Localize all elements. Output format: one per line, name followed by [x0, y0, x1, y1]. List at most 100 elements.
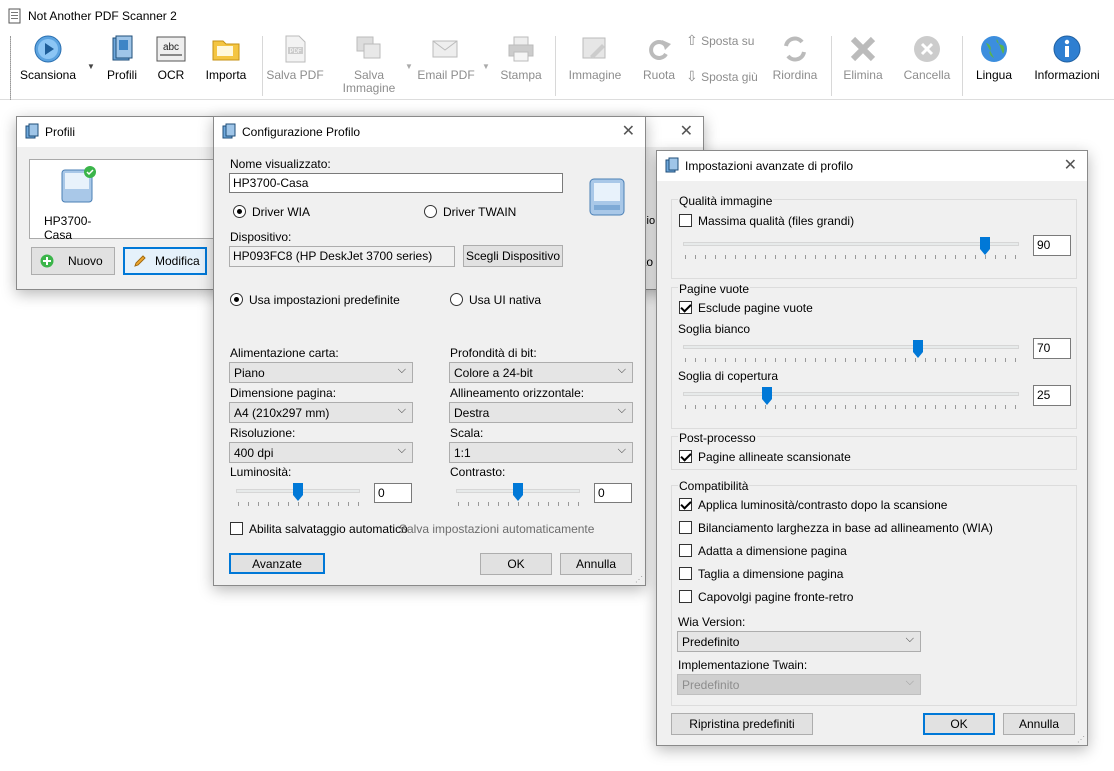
crop-page-checkbox[interactable]	[679, 567, 692, 580]
white-threshold-input[interactable]: 70	[1033, 338, 1071, 359]
close-icon[interactable]: ✕	[1064, 155, 1077, 175]
twain-impl-select[interactable]: Predefinito ⌵	[677, 674, 921, 695]
driver-wia-label: Driver WIA	[252, 205, 310, 219]
move-up-button[interactable]: ⇧ Sposta su	[686, 32, 758, 48]
profiles-window-icon	[25, 123, 39, 139]
choose-device-button[interactable]: Scegli Dispositivo	[463, 245, 563, 267]
email-pdf-button[interactable]: Email PDF	[415, 34, 477, 82]
save-pdf-button[interactable]: PDF Salva PDF	[265, 34, 325, 82]
language-button[interactable]: Lingua	[970, 34, 1018, 82]
edit-profile-label: Modifica	[155, 254, 200, 268]
page-size-select[interactable]: A4 (210x297 mm) ⌵	[229, 402, 413, 423]
flip-duplex-checkbox[interactable]	[679, 590, 692, 603]
email-dropdown-icon[interactable]: ▼	[482, 62, 490, 71]
display-name-input[interactable]: HP3700-Casa	[229, 173, 563, 193]
clear-button[interactable]: Cancella	[898, 34, 956, 82]
scanner-icon	[61, 166, 96, 203]
advanced-window: Impostazioni avanzate di profilo ✕ Quali…	[656, 150, 1088, 746]
contrast-input[interactable]: 0	[594, 483, 632, 503]
scan-dropdown-icon[interactable]: ▼	[87, 62, 95, 71]
close-icon[interactable]: ✕	[622, 121, 635, 141]
driver-twain-radio[interactable]	[424, 205, 437, 218]
contrast-slider-thumb[interactable]	[513, 483, 523, 501]
ocr-button[interactable]: abc OCR	[152, 34, 190, 82]
rotate-button[interactable]: Ruota	[638, 34, 680, 82]
quality-slider-track[interactable]	[683, 242, 1019, 246]
white-threshold-slider-ticks	[685, 358, 1019, 362]
profiles-button[interactable]: Profili	[102, 34, 142, 82]
config-title-bar[interactable]: Configurazione Profilo ✕	[214, 117, 645, 147]
exclude-blank-checkbox[interactable]	[679, 301, 692, 314]
new-profile-button[interactable]: Nuovo	[31, 247, 115, 275]
scale-select[interactable]: 1:1 ⌵	[449, 442, 633, 463]
advanced-title-bar[interactable]: Impostazioni avanzate di profilo ✕	[657, 151, 1087, 181]
app-title: Not Another PDF Scanner 2	[28, 9, 177, 23]
coverage-threshold-slider-thumb[interactable]	[762, 387, 772, 405]
import-button[interactable]: Importa	[200, 34, 252, 82]
reorder-button[interactable]: Riordina	[768, 34, 822, 82]
coverage-threshold-input[interactable]: 25	[1033, 385, 1071, 406]
use-predefined-radio[interactable]	[230, 293, 243, 306]
scan-button[interactable]: Scansiona	[18, 34, 78, 82]
chevron-down-icon: ⌵	[617, 444, 626, 456]
move-up-label: Sposta su	[701, 34, 755, 48]
restore-defaults-button[interactable]: Ripristina predefiniti	[671, 713, 813, 735]
edit-profile-button[interactable]: Modifica	[123, 247, 207, 275]
config-window-title: Configurazione Profilo	[242, 125, 361, 139]
fit-page-checkbox[interactable]	[679, 544, 692, 557]
paper-source-select[interactable]: Piano ⌵	[229, 362, 413, 383]
chevron-down-icon: ⌵	[905, 633, 914, 645]
quality-slider-thumb[interactable]	[980, 237, 991, 255]
width-align-checkbox[interactable]	[679, 521, 692, 534]
resize-grip-icon[interactable]: ⋰	[1077, 735, 1085, 744]
max-quality-checkbox[interactable]	[679, 214, 692, 227]
auto-save-settings-link[interactable]: Salva impostazioni automaticamente	[399, 522, 594, 536]
apply-bc-checkbox[interactable]	[679, 498, 692, 511]
toolbar-grip[interactable]	[10, 36, 11, 100]
quality-input[interactable]: 90	[1033, 235, 1071, 256]
add-icon	[40, 254, 54, 268]
fit-page-label: Adatta a dimensione pagina	[698, 544, 847, 558]
ok-button[interactable]: OK	[923, 713, 995, 735]
reorder-label: Riordina	[772, 68, 818, 82]
about-button[interactable]: Informazioni	[1030, 34, 1104, 82]
twain-impl-label: Implementazione Twain:	[678, 658, 808, 672]
profile-name: HP3700-Casa	[44, 214, 92, 242]
brightness-slider-ticks	[238, 502, 360, 506]
profiles-label: Profili	[106, 68, 137, 82]
driver-twain-label: Driver TWAIN	[443, 205, 517, 219]
brightness-slider-thumb[interactable]	[293, 483, 303, 501]
wia-version-select[interactable]: Predefinito ⌵	[677, 631, 921, 652]
deskew-checkbox[interactable]	[679, 450, 692, 463]
brightness-input[interactable]: 0	[374, 483, 412, 503]
driver-wia-radio[interactable]	[233, 205, 246, 218]
h-align-select[interactable]: Destra ⌵	[449, 402, 633, 423]
use-native-ui-radio[interactable]	[450, 293, 463, 306]
width-align-label: Bilanciamento larghezza in base ad allin…	[698, 521, 993, 535]
auto-save-checkbox[interactable]	[230, 522, 243, 535]
deskew-label: Pagine allineate scansionate	[698, 450, 851, 464]
arrow-up-icon: ⇧	[686, 32, 698, 48]
cancel-button[interactable]: Annulla	[560, 553, 632, 575]
white-threshold-slider-track[interactable]	[683, 345, 1019, 349]
image-button[interactable]: Immagine	[564, 34, 626, 82]
resolution-select[interactable]: 400 dpi ⌵	[229, 442, 413, 463]
coverage-threshold-slider-track[interactable]	[683, 392, 1019, 396]
advanced-button[interactable]: Avanzate	[229, 553, 325, 574]
resolution-label: Risoluzione:	[230, 426, 296, 440]
print-button[interactable]: Stampa	[497, 34, 545, 82]
delete-button[interactable]: Elimina	[838, 34, 888, 82]
white-threshold-slider-thumb[interactable]	[913, 340, 924, 358]
resize-grip-icon[interactable]: ⋰	[635, 575, 643, 584]
ok-button[interactable]: OK	[480, 553, 552, 575]
bit-depth-select[interactable]: Colore a 24-bit ⌵	[449, 362, 633, 383]
cancel-button[interactable]: Annulla	[1003, 713, 1075, 735]
close-icon[interactable]: ✕	[680, 121, 693, 141]
print-label: Stampa	[500, 68, 542, 82]
save-image-button[interactable]: Salva Immagine	[338, 34, 400, 95]
move-down-button[interactable]: ⇩ Sposta giù	[686, 69, 758, 84]
chevron-down-icon: ⌵	[617, 364, 626, 376]
save-image-dropdown-icon[interactable]: ▼	[405, 62, 413, 71]
profile-item[interactable]: HP3700-Casa	[42, 164, 112, 242]
email-pdf-label: Email PDF	[417, 68, 475, 82]
